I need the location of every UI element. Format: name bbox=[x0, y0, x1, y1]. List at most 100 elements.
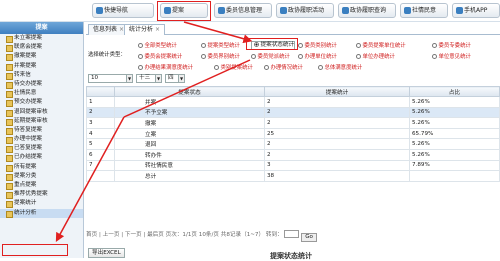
sidebar-header: 提案 bbox=[0, 22, 83, 34]
table-row[interactable]: 7 转社情民意 3 7.89% bbox=[86, 159, 500, 172]
sidebar-item-category[interactable]: 提案分类 bbox=[0, 172, 83, 181]
sidebar-item-to-assign[interactable]: 待交办提案 bbox=[0, 80, 83, 90]
opinion-icon bbox=[404, 7, 411, 14]
quick-nav-button[interactable]: 快捷导航 bbox=[92, 3, 154, 18]
radio-unit-opinion[interactable]: 单位意见统计 bbox=[432, 52, 471, 60]
table-row[interactable]: 1 并案 2 5.26% bbox=[86, 96, 500, 108]
radio-satisfaction[interactable]: 办理结果满意度统计 bbox=[138, 63, 193, 71]
statistics-table-wrap: 提案状态 提案统计 占比 1 并案 2 5.26% 2 不予立案 2 5.26% 3 撤案 2 5… bbox=[86, 86, 500, 182]
table-total-row: 总计 38 bbox=[86, 170, 500, 182]
chart-title: 提案状态统计 bbox=[270, 252, 312, 260]
radio-circle bbox=[356, 43, 361, 48]
radio-circle bbox=[432, 43, 437, 48]
radio-member-unit[interactable]: 委员提案单位统计 bbox=[356, 41, 406, 49]
pagination-text[interactable]: 首页 | 上一页 | 下一页 | 最后页 页次：1/1页 10条/页 共8记录（… bbox=[86, 232, 283, 238]
table-row[interactable]: 6 转办件 2 5.26% bbox=[86, 148, 500, 161]
session-select[interactable]: 10 ▼ bbox=[88, 74, 133, 83]
sidebar-item-statistics[interactable]: 提案统计 bbox=[0, 199, 83, 209]
duty-query-button[interactable]: 政协履职查询 bbox=[338, 3, 396, 18]
activity-icon bbox=[280, 7, 287, 14]
sidebar-item-analysis[interactable]: 统计分析 bbox=[0, 208, 83, 218]
duty-activity-button[interactable]: 政协履职活动 bbox=[276, 3, 334, 18]
quick-nav-icon bbox=[96, 7, 103, 14]
radio-circle bbox=[432, 54, 437, 59]
page-jump-input[interactable] bbox=[284, 230, 300, 238]
radio-circle bbox=[201, 43, 206, 48]
radio-member-category[interactable]: 委员类别统计 bbox=[298, 41, 337, 49]
go-button[interactable]: Go bbox=[301, 233, 317, 242]
col-no-header bbox=[86, 86, 115, 97]
radio-category-proposal[interactable]: 类别提案统计 bbox=[214, 63, 253, 71]
radio-circle bbox=[298, 43, 303, 48]
sidebar-item-joint-meeting[interactable]: 联席会提案 bbox=[0, 43, 83, 53]
tab-bar: 信息列表 × 统计分析 × bbox=[86, 22, 500, 35]
sidebar-item-replied[interactable]: 已答复提案 bbox=[0, 144, 83, 154]
sidebar-item-all[interactable]: 所有提案 bbox=[0, 163, 83, 172]
radio-circle bbox=[138, 54, 143, 59]
highlight-status-radio bbox=[246, 38, 298, 50]
round-select[interactable]: 四 ▼ bbox=[165, 74, 185, 83]
radio-unit-handling[interactable]: 单位办理统计 bbox=[356, 52, 395, 60]
table-row[interactable]: 5 退回 2 5.26% bbox=[86, 138, 500, 150]
tab-statistics[interactable]: 统计分析 × bbox=[124, 24, 166, 35]
sidebar-item-awaiting-reply[interactable]: 待答复提案 bbox=[0, 126, 83, 136]
chevron-down-icon: ▼ bbox=[155, 75, 161, 82]
sidebar-item-pre-assign[interactable]: 预交办提案 bbox=[0, 98, 83, 108]
close-icon[interactable]: × bbox=[155, 26, 160, 33]
top-navigation-bar: 快捷导航 提案 委员信息管理 政协履职活动 政协履职查询 社情民意 手机APP bbox=[0, 0, 500, 22]
radio-circle bbox=[356, 54, 361, 59]
radio-circle bbox=[251, 54, 256, 59]
radio-circle bbox=[318, 65, 323, 70]
col-pct-header[interactable]: 占比 bbox=[409, 86, 500, 97]
stat-type-label: 选择统计类型： bbox=[88, 52, 126, 58]
tab-info-list[interactable]: 信息列表 × bbox=[88, 24, 130, 35]
radio-overall-satisfaction[interactable]: 总体满意度统计 bbox=[318, 63, 362, 71]
radio-circle bbox=[201, 54, 206, 59]
radio-all-types[interactable]: 全部类型统计 bbox=[138, 41, 177, 49]
statistics-table: 提案状态 提案统计 占比 1 并案 2 5.26% 2 不予立案 2 5.26% 3 撤案 2 5… bbox=[86, 86, 500, 182]
sidebar-item-unfiled[interactable]: 未立案提案 bbox=[0, 34, 83, 44]
term-select[interactable]: 十三 ▼ bbox=[136, 74, 162, 83]
chevron-down-icon: ▼ bbox=[178, 75, 184, 82]
sidebar-item-delay-review[interactable]: 延期提案审核 bbox=[0, 117, 83, 126]
table-row[interactable]: 2 不予立案 2 5.26% bbox=[86, 106, 500, 119]
radio-handling-unit[interactable]: 办理单位统计 bbox=[298, 52, 337, 60]
radio-circle bbox=[138, 65, 143, 70]
sidebar-item-recommended[interactable]: 推荐优秀提案 bbox=[0, 190, 83, 200]
radio-proposal-type[interactable]: 提案类型统计 bbox=[201, 41, 240, 49]
sidebar-item-completed[interactable]: 已办结提案 bbox=[0, 153, 83, 163]
sidebar-item-letters[interactable]: 转来信 bbox=[0, 71, 83, 80]
member-info-button[interactable]: 委员信息管理 bbox=[214, 3, 272, 18]
radio-committee-proposal[interactable]: 委员会提案统计 bbox=[138, 52, 182, 60]
member-icon bbox=[218, 7, 225, 14]
radio-circle bbox=[264, 65, 269, 70]
sidebar-item-in-progress[interactable]: 办理中提案 bbox=[0, 135, 83, 145]
sidebar: 提案 未立案提案 联席会提案 撤案提案 并案提案 转来信 待交办提案 社情民意 … bbox=[0, 22, 84, 258]
sidebar-item-key[interactable]: 重点提案 bbox=[0, 181, 83, 191]
radio-member-sector[interactable]: 委员界别统计 bbox=[201, 52, 240, 60]
sidebar-item-withdrawn[interactable]: 撤案提案 bbox=[0, 52, 83, 62]
col-count-header[interactable]: 提案统计 bbox=[264, 86, 410, 97]
col-status-header[interactable]: 提案状态 bbox=[114, 86, 265, 97]
table-row[interactable]: 3 撤案 2 5.26% bbox=[86, 117, 500, 129]
highlight-sidebar-analysis bbox=[2, 244, 68, 256]
pagination: 首页 | 上一页 | 下一页 | 最后页 页次：1/1页 10条/页 共8记录（… bbox=[86, 230, 500, 242]
radio-member-committee[interactable]: 委员专委统计 bbox=[432, 41, 471, 49]
main-content: 信息列表 × 统计分析 × 选择统计类型： 全部类型统计 提案类型统计 提案状态统计… bbox=[86, 22, 500, 258]
chevron-down-icon: ▼ bbox=[126, 75, 132, 82]
radio-member-party[interactable]: 委员党派统计 bbox=[251, 52, 290, 60]
public-opinion-button[interactable]: 社情民意 bbox=[400, 3, 448, 18]
export-excel-button[interactable]: 导出EXCEL bbox=[88, 248, 125, 258]
sidebar-item-return-review[interactable]: 退回提案审核 bbox=[0, 108, 83, 117]
sidebar-item-merged[interactable]: 并案提案 bbox=[0, 62, 83, 71]
table-row[interactable]: 4 立案 25 65.79% bbox=[86, 127, 500, 140]
radio-circle bbox=[298, 54, 303, 59]
mobile-app-button[interactable]: 手机APP bbox=[452, 3, 500, 18]
mobile-icon bbox=[456, 7, 463, 14]
sidebar-item-public-opinion[interactable]: 社情民意 bbox=[0, 89, 83, 99]
radio-circle bbox=[138, 43, 143, 48]
radio-handling-status[interactable]: 办理情况统计 bbox=[264, 63, 303, 71]
query-icon bbox=[342, 7, 349, 14]
highlight-proposal-button bbox=[157, 1, 211, 21]
radio-circle bbox=[214, 65, 219, 70]
